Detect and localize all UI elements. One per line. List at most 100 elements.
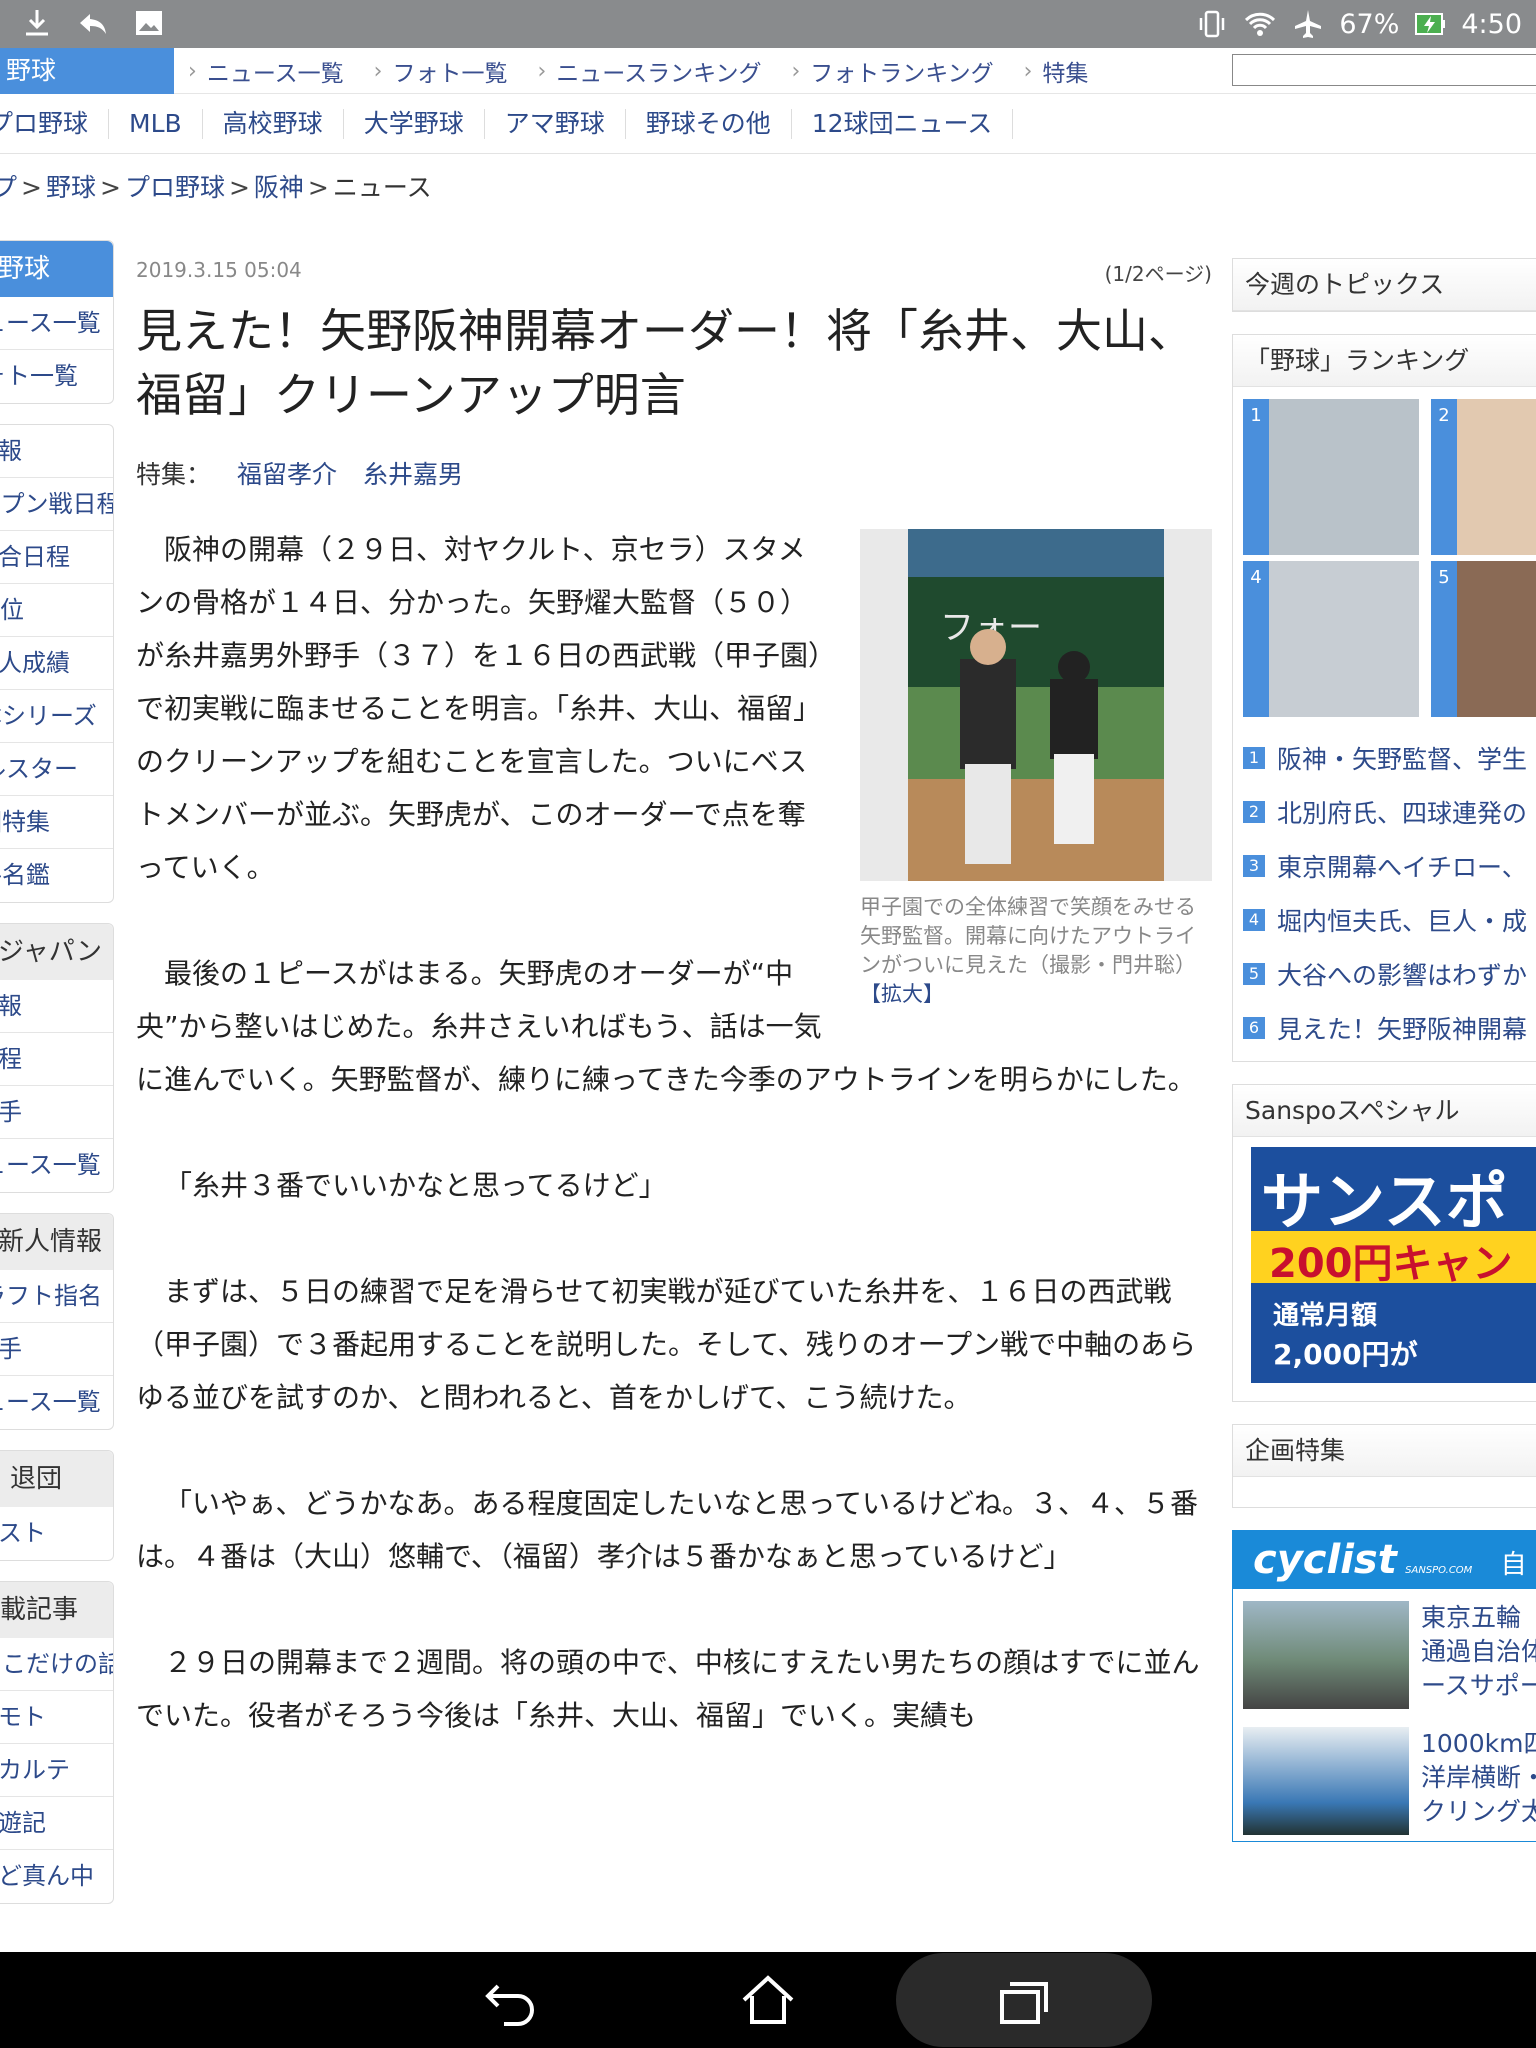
- ad-line3: 通常月額: [1273, 1301, 1378, 1331]
- breadcrumb-top[interactable]: トップ: [0, 173, 17, 202]
- article-paragraph: まずは、５日の練習で足を滑らせて初実戦が延びていた糸井を、１６日の西武戦（甲子園…: [136, 1275, 1197, 1414]
- kikaku-head: 企画特集: [1233, 1425, 1536, 1477]
- airplane-icon: [1295, 10, 1322, 38]
- left-nav-item[interactable]: 球団特集: [0, 796, 113, 849]
- left-nav-item[interactable]: ニュース一覧: [0, 1139, 113, 1192]
- subnav-item-pro[interactable]: プロ野球: [0, 108, 110, 139]
- battery-charging-icon: [1415, 13, 1446, 35]
- page-indicator: (1/2ページ): [1104, 262, 1212, 286]
- cyclist-item[interactable]: 1000km四 洋岸横断・ クリング太: [1233, 1715, 1536, 1841]
- left-nav-item[interactable]: オールスター: [0, 743, 113, 796]
- ranking-item[interactable]: 4 堀内恒夫氏、巨人・成: [1243, 893, 1536, 947]
- left-nav-item[interactable]: 速報: [0, 425, 113, 478]
- ranking-list: 1 阪神・矢野監督、学生 2 北別府氏、四球連発の 3 東京開幕へイチロー、 4 堀内恒…: [1233, 717, 1536, 1061]
- ranking-thumb[interactable]: 2: [1431, 399, 1536, 555]
- breadcrumb-hanshin[interactable]: 阪神: [254, 173, 304, 202]
- subnav-item-highschool[interactable]: 高校野球: [203, 108, 344, 139]
- left-nav-item[interactable]: オープン戦日程: [0, 478, 113, 531]
- left-nav-item[interactable]: 試合日程: [0, 531, 113, 584]
- left-nav-item[interactable]: カルテ: [0, 1744, 113, 1797]
- ranking-item[interactable]: 1 阪神・矢野監督、学生: [1243, 731, 1536, 785]
- chevron-right-icon: ›: [188, 58, 197, 84]
- left-nav-item[interactable]: 日本シリーズ: [0, 690, 113, 743]
- nav-link-photo-list[interactable]: › フォト一覧: [374, 54, 508, 88]
- left-nav-item[interactable]: 速報: [0, 980, 113, 1033]
- image-icon: [136, 11, 162, 35]
- subnav-item-12teams[interactable]: 12球団ニュース: [792, 108, 1014, 139]
- ranking-thumb[interactable]: 5: [1431, 561, 1536, 717]
- ranking-item[interactable]: 3 東京開幕へイチロー、: [1243, 839, 1536, 893]
- sanspo-ad-banner[interactable]: サンスポ 200円キャン 通常月額 2,000円が: [1251, 1147, 1536, 1383]
- download-icon: [26, 10, 48, 36]
- left-nav-item[interactable]: ニュース一覧: [0, 297, 113, 350]
- search-input[interactable]: [1232, 54, 1536, 86]
- kikaku-box: 企画特集: [1232, 1424, 1536, 1508]
- wifi-icon: [1245, 12, 1276, 36]
- tag-link[interactable]: 糸井嘉男: [363, 460, 463, 489]
- ranking-box: 「野球」ランキング 1 2 4 5 1 阪神・矢野監督、学生 2 北別府氏、四球連発…: [1232, 334, 1536, 1062]
- nav-link-features[interactable]: › 特集: [1024, 54, 1089, 88]
- nav-link-photo-ranking[interactable]: › フォトランキング: [791, 54, 993, 88]
- chevron-right-icon: ›: [537, 58, 547, 84]
- left-nav-item[interactable]: 選手名鑑: [0, 849, 113, 902]
- cyclist-thumb: [1243, 1601, 1409, 1709]
- battery-percent: 67%: [1339, 8, 1400, 40]
- left-nav-item[interactable]: リモト: [0, 1691, 113, 1744]
- article-paragraph: ２９日の開幕まで２週間。将の頭の中で、中核にすえたい男たちの顔はすでに並んでいた…: [136, 1646, 1200, 1732]
- recents-icon[interactable]: [996, 1978, 1052, 2026]
- article-headline: 見えた！矢野阪神開幕オーダー！将「糸井、大山、福留」クリーンアップ明言: [136, 304, 1194, 422]
- sub-nav: プロ野球 MLB 高校野球 大学野球 アマ野球 野球その他 12球団ニュース: [0, 94, 1536, 154]
- enlarge-link[interactable]: 【拡大】: [860, 982, 944, 1006]
- back-icon[interactable]: [484, 1978, 540, 2026]
- nav-link-news-ranking[interactable]: › ニュースランキング: [537, 54, 761, 88]
- left-nav-subhead: 連載記事: [0, 1582, 113, 1638]
- subnav-item-mlb[interactable]: MLB: [109, 108, 203, 139]
- article-figure: フォー 甲子園での全体練習で笑顔をみせる矢野監督。開幕に向けたアウトラインがつい…: [860, 529, 1212, 1009]
- left-nav-item[interactable]: ここだけの話: [0, 1638, 113, 1691]
- cyclist-box: cyclist SANSPO.COM 自転 東京五輪 通過自治体 ースサポー 1…: [1232, 1530, 1536, 1842]
- left-nav-item[interactable]: 日程: [0, 1033, 113, 1086]
- cyclist-logo: cyclist: [1253, 1537, 1397, 1583]
- topics-head[interactable]: 今週のトピックス: [1233, 259, 1536, 311]
- left-nav-item[interactable]: リスト: [0, 1507, 113, 1560]
- left-nav-item[interactable]: ドラフト指名: [0, 1270, 113, 1323]
- left-nav-item[interactable]: ニュース一覧: [0, 1376, 113, 1429]
- left-nav-item[interactable]: 選手: [0, 1086, 113, 1139]
- left-nav-head[interactable]: 野球: [0, 241, 113, 297]
- left-nav-item[interactable]: フォト一覧: [0, 350, 113, 403]
- breadcrumb-current: ニュース: [332, 173, 432, 202]
- ranking-item[interactable]: 5 大谷への影響はわずか: [1243, 947, 1536, 1001]
- nav-link-news-list[interactable]: › ニュース一覧: [188, 54, 344, 88]
- cyclist-item[interactable]: 東京五輪 通過自治体 ースサポー: [1233, 1589, 1536, 1715]
- left-nav-item[interactable]: 個人成績: [0, 637, 113, 690]
- chevron-right-icon: ›: [791, 58, 801, 84]
- photo-image: フォー: [908, 529, 1164, 881]
- cyclist-header[interactable]: cyclist SANSPO.COM 自転: [1233, 1531, 1536, 1644]
- left-nav-item[interactable]: ど真ん中: [0, 1850, 113, 1903]
- article-photo[interactable]: フォー: [860, 529, 1212, 881]
- breadcrumb-pro[interactable]: プロ野球: [125, 173, 225, 202]
- ranking-thumb[interactable]: 1: [1243, 399, 1419, 555]
- ranking-item[interactable]: 2 北別府氏、四球連発の: [1243, 785, 1536, 839]
- breadcrumb-baseball[interactable]: 野球: [46, 173, 96, 202]
- right-sidebar: 今週のトピックス 「野球」ランキング 1 2 4 5 1 阪神・矢野監督、学生 2…: [1232, 258, 1536, 1864]
- subnav-item-amateur[interactable]: アマ野球: [485, 108, 626, 139]
- home-icon[interactable]: [740, 1974, 796, 2026]
- left-nav-subhead: 新人情報: [0, 1214, 113, 1270]
- article-date: 2019.3.15 05:04: [136, 258, 302, 282]
- category-tab-baseball[interactable]: 野球: [0, 48, 174, 94]
- left-nav-item[interactable]: 遊記: [0, 1797, 113, 1850]
- ranking-thumb[interactable]: 4: [1243, 561, 1419, 717]
- ranking-item[interactable]: 6 見えた！矢野阪神開幕: [1243, 1001, 1536, 1055]
- left-nav-item[interactable]: 順位: [0, 584, 113, 637]
- tag-link[interactable]: 福留孝介: [237, 460, 337, 489]
- subnav-item-college[interactable]: 大学野球: [344, 108, 485, 139]
- screen: 67% 4:50 野球 › ニュース一覧 › フォト一覧 › ニュースランキング › フ…: [0, 0, 1536, 2048]
- subnav-item-other[interactable]: 野球その他: [626, 108, 792, 139]
- article-meta: 2019.3.15 05:04 (1/2ページ): [136, 258, 1212, 287]
- left-nav-item[interactable]: 選手: [0, 1323, 113, 1376]
- chevron-right-icon: ›: [1023, 58, 1033, 84]
- ad-line4: 2,000円が: [1273, 1338, 1418, 1371]
- status-bar: 67% 4:50: [0, 0, 1536, 48]
- topics-box: 今週のトピックス: [1232, 258, 1536, 312]
